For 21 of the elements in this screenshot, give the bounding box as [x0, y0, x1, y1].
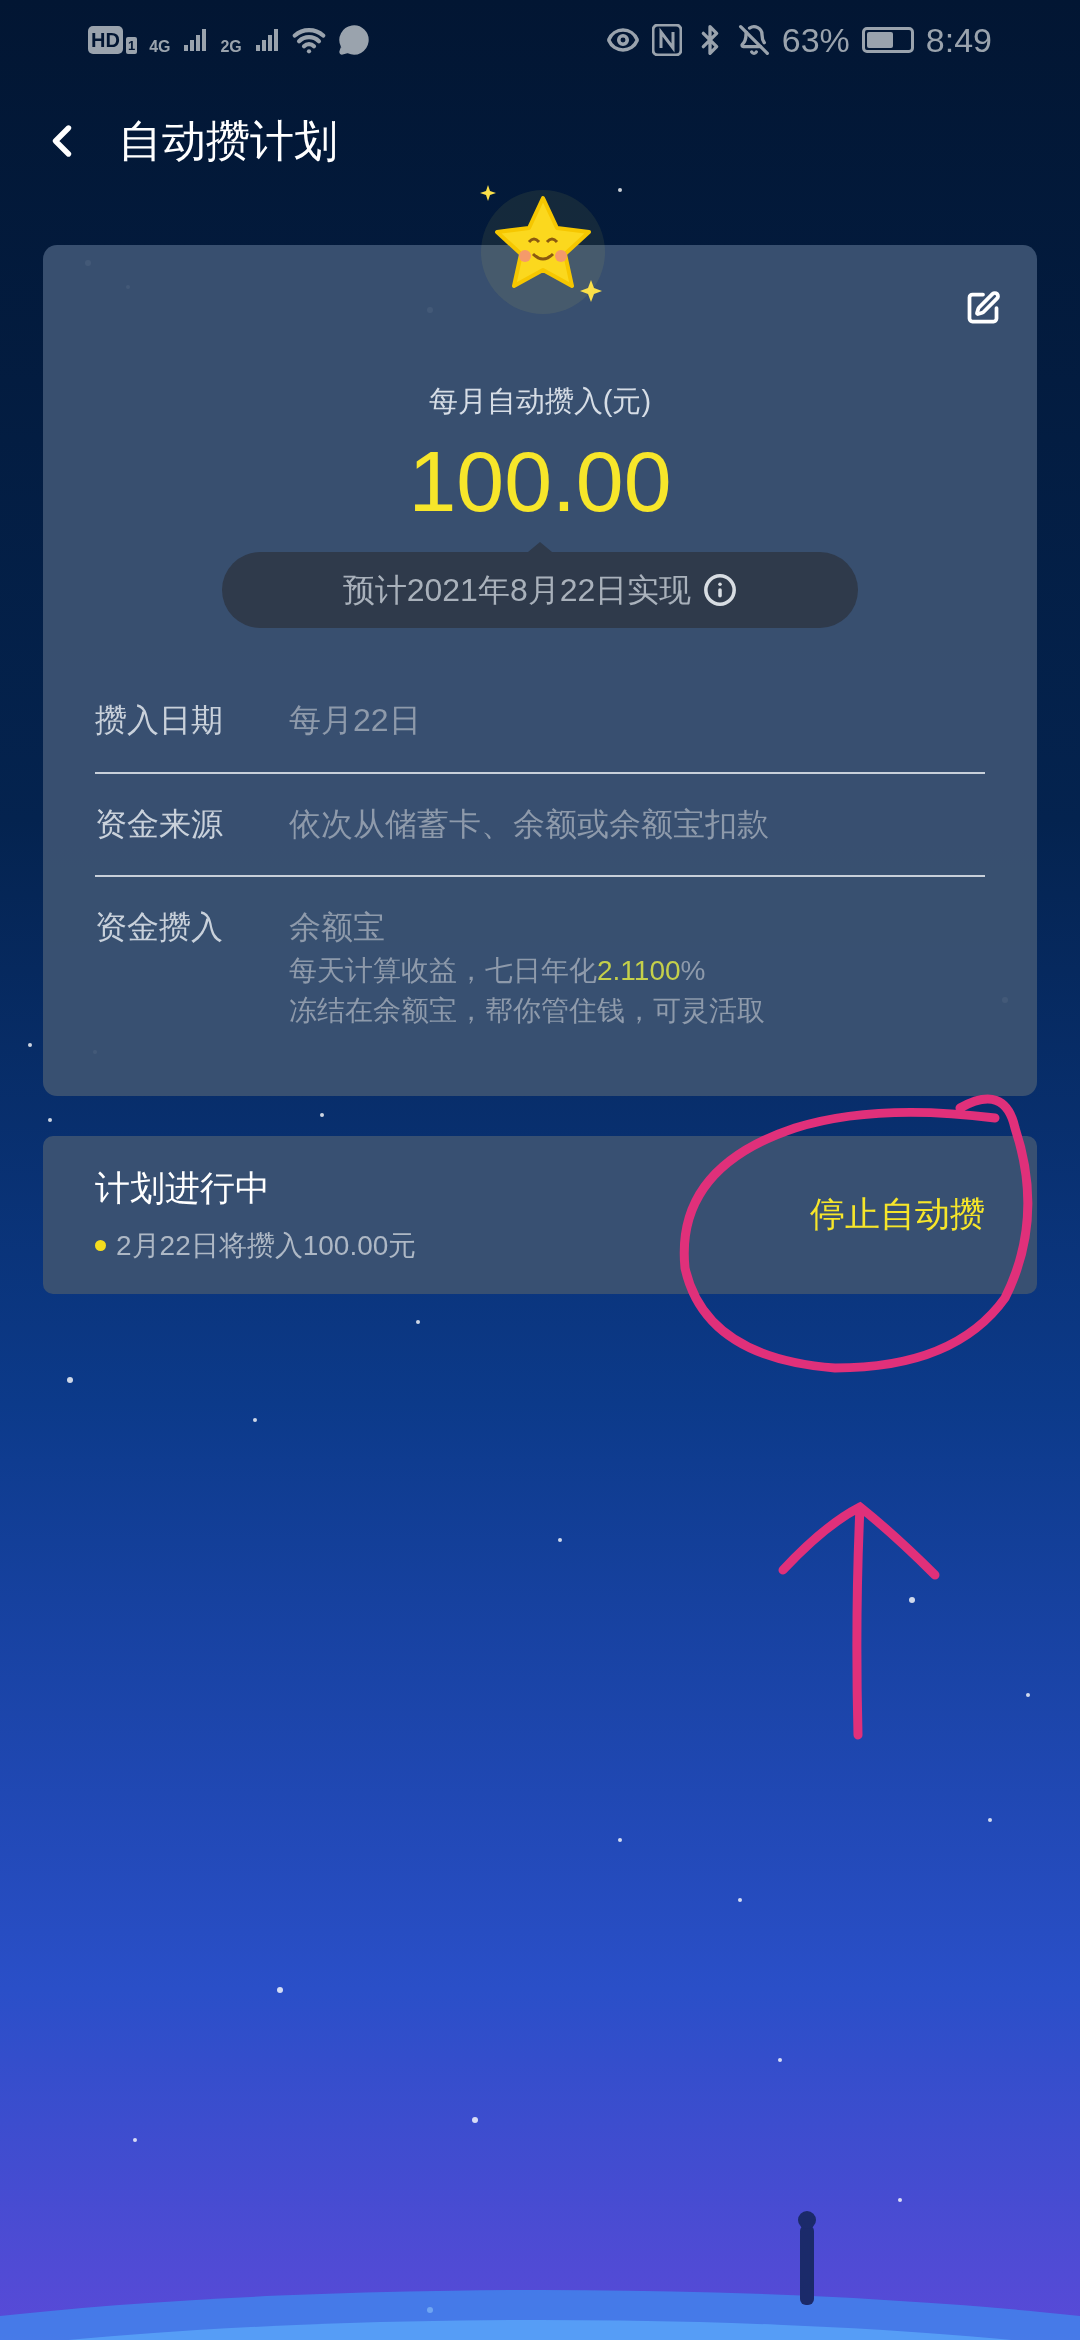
- network-label: 4G: [149, 37, 171, 57]
- forecast-text: 预计2021年8月22日实现: [342, 571, 692, 611]
- monthly-amount: 100.00: [408, 433, 672, 529]
- row-value: 每天计算收益，七日年化2.1100%: [289, 953, 707, 988]
- row-label: 资金来源: [95, 804, 224, 844]
- plan-status-title: 计划进行中: [95, 1167, 271, 1210]
- page-title: 自动攒计划: [118, 115, 338, 167]
- battery-percent: 63%: [781, 19, 850, 61]
- network-label: 2G: [220, 37, 242, 57]
- row-value: 余额宝: [289, 908, 386, 948]
- row-value: 每月22日: [289, 701, 421, 741]
- row-value: 冻结在余额宝，帮你管住钱，可灵活取: [289, 994, 765, 1029]
- row-label: 资金攒入: [95, 908, 224, 948]
- row-label: 攒入日期: [95, 701, 224, 741]
- hd-badge: HD: [88, 26, 123, 54]
- amount-label: 每月自动攒入(元): [428, 384, 652, 419]
- plan-status-note: 2月22日将攒入100.00元: [116, 1228, 417, 1263]
- sim-badge: 1: [125, 37, 138, 54]
- row-value: 依次从储蓄卡、余额或余额宝扣款: [289, 804, 769, 844]
- stop-auto-save-button[interactable]: 停止自动攒: [810, 1188, 985, 1241]
- clock: 8:49: [925, 19, 992, 61]
